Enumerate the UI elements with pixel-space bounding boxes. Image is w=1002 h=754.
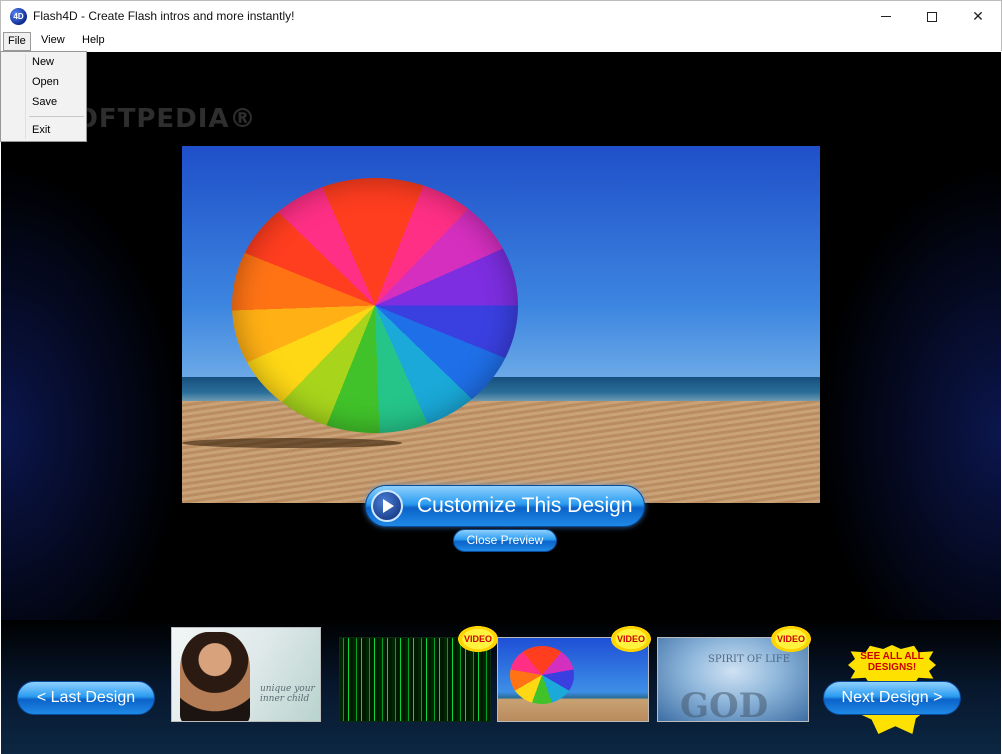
thumbnail-script-text: unique your inner child [260, 684, 315, 704]
close-preview-button[interactable]: Close Preview [453, 529, 557, 552]
menu-item-exit[interactable]: Exit [32, 124, 50, 136]
close-icon: ✕ [972, 8, 984, 24]
menu-item-new[interactable]: New [32, 56, 54, 68]
menu-bar: File View Help [0, 32, 1002, 51]
window-title: Flash4D - Create Flash intros and more i… [33, 9, 295, 23]
video-badge: VIDEO [771, 626, 811, 652]
menu-item-save[interactable]: Save [32, 96, 57, 108]
menu-separator [29, 116, 84, 117]
menu-help[interactable]: Help [78, 34, 109, 46]
maximize-icon [927, 11, 937, 22]
title-bar: 4D Flash4D - Create Flash intros and mor… [0, 0, 1002, 32]
thumbnail-big-text: GOD [680, 686, 769, 722]
thumbnail-umbrella-image [510, 646, 574, 704]
maximize-button[interactable] [909, 1, 955, 32]
next-design-button[interactable]: Next Design > [823, 681, 961, 715]
last-design-button[interactable]: < Last Design [17, 681, 155, 715]
beach-umbrella-image [232, 178, 518, 433]
close-window-button[interactable]: ✕ [955, 1, 1001, 32]
video-badge: VIDEO [458, 626, 498, 652]
umbrella-shadow [182, 438, 402, 448]
menu-item-open[interactable]: Open [32, 76, 59, 88]
video-badge: VIDEO [611, 626, 651, 652]
play-icon [371, 490, 403, 522]
menu-gutter [25, 54, 26, 139]
customize-design-button[interactable]: Customize This Design [365, 485, 645, 527]
menu-file[interactable]: File [3, 32, 31, 51]
menu-view[interactable]: View [37, 34, 69, 46]
thumbnail-small-text: SPIRIT OF LIFE [708, 654, 791, 665]
design-preview [182, 146, 820, 503]
thumbnail-person-image [180, 632, 250, 721]
file-menu-dropdown: New Open Save Exit [0, 51, 87, 142]
minimize-button[interactable] [863, 1, 909, 32]
design-thumbnail-1[interactable]: unique your inner child [171, 627, 321, 722]
customize-design-label: Customize This Design [417, 494, 633, 517]
flash4d-app-icon: 4D [10, 8, 27, 25]
minimize-icon [881, 16, 891, 17]
